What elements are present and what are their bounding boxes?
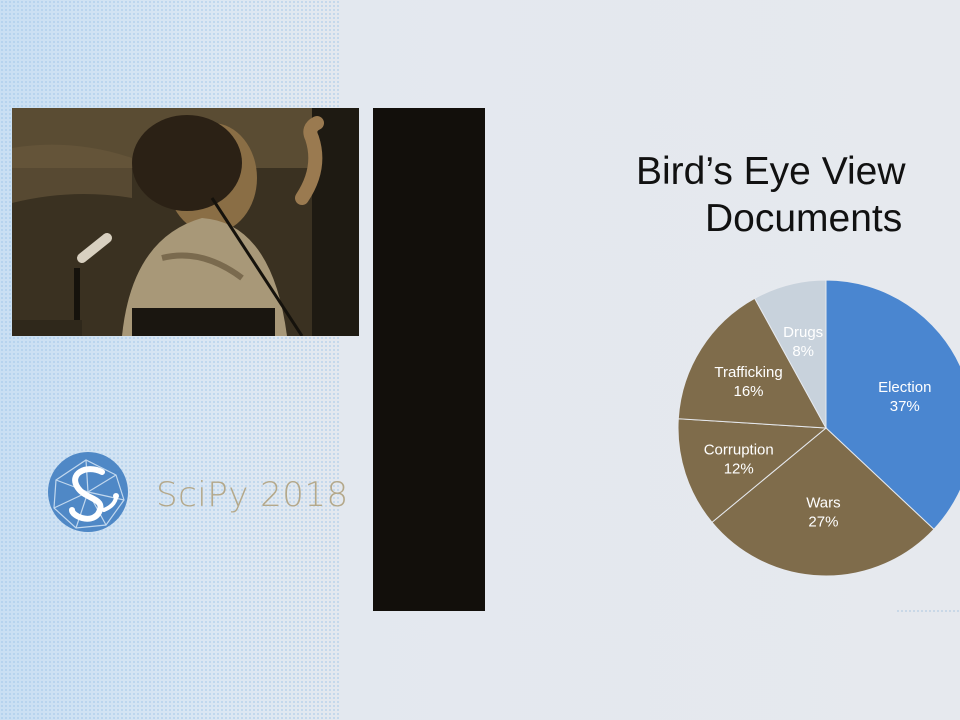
black-bar <box>373 108 485 611</box>
pie-value-corruption: 12% <box>724 460 754 477</box>
scipy-logo-icon <box>48 452 128 532</box>
logo-text: SciPy 2018 <box>156 475 349 515</box>
pie-label-trafficking: Trafficking <box>714 364 782 381</box>
pie-label-corruption: Corruption <box>704 441 774 458</box>
decorative-dots <box>896 610 960 612</box>
slide-title-line2: Documents <box>705 197 903 240</box>
pie-chart: Election 37% Wars 27% Corruption 12% Trafficki… <box>677 279 960 577</box>
slide-title: Bird’s Eye View Documents <box>610 148 960 242</box>
pie-label-drugs: Drugs <box>783 324 823 341</box>
speaker-illustration <box>12 108 359 336</box>
pie-label-election: Election <box>878 379 931 396</box>
pie-value-drugs: 8% <box>792 343 814 360</box>
slide-title-line1: Bird’s Eye View <box>636 150 906 193</box>
pie-value-wars: 27% <box>808 513 838 530</box>
speaker-photo <box>12 108 359 336</box>
pie-value-trafficking: 16% <box>734 383 764 400</box>
pie-label-wars: Wars <box>806 494 840 511</box>
pie-value-election: 37% <box>890 398 920 415</box>
